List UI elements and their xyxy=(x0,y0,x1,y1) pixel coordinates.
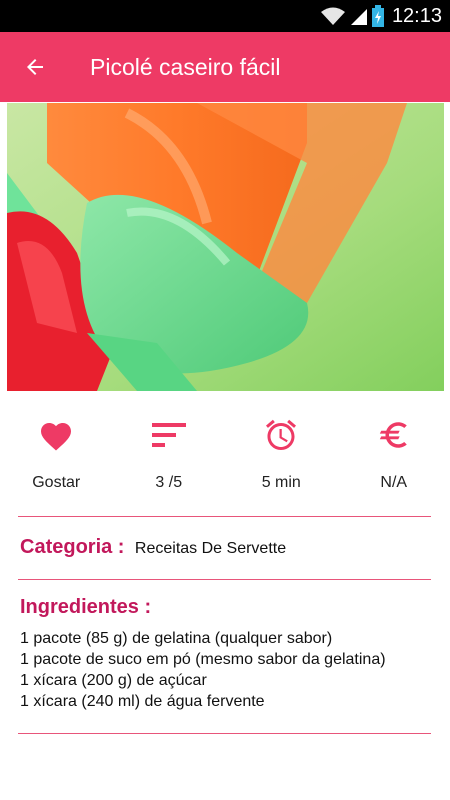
alarm-clock-icon xyxy=(266,419,297,450)
recipe-image xyxy=(7,103,444,391)
back-button[interactable] xyxy=(0,32,70,102)
like-label: Gostar xyxy=(32,474,81,491)
list-item: 1 xícara (200 g) de açúcar xyxy=(20,672,207,689)
arrow-back-icon xyxy=(27,59,43,75)
divider xyxy=(18,579,431,580)
heart-icon xyxy=(41,423,72,451)
list-item: 1 pacote (85 g) de gelatina (qualquer sa… xyxy=(20,630,333,647)
list-item: 1 pacote de suco em pó (mesmo sabor da g… xyxy=(20,651,386,668)
time-label: 5 min xyxy=(261,474,301,491)
time-stat: 5 min xyxy=(225,410,338,500)
page-title: Picolé caseiro fácil xyxy=(90,53,281,80)
like-button[interactable]: Gostar xyxy=(0,410,113,500)
wifi-icon xyxy=(320,7,345,25)
category-value: Receitas De Servette xyxy=(134,540,287,557)
status-time: 12:13 xyxy=(391,4,442,27)
divider xyxy=(18,733,431,734)
ingredients-heading: Ingredientes : xyxy=(20,596,152,618)
category-section: Categoria : Receitas De Servette xyxy=(20,536,435,559)
battery-icon xyxy=(371,5,384,27)
status-bar: 12:13 xyxy=(0,0,450,32)
difficulty-label: 3 /5 xyxy=(155,474,183,491)
divider xyxy=(18,516,431,517)
list-item: 1 xícara (240 ml) de água fervente xyxy=(20,693,265,710)
difficulty-icon xyxy=(151,423,186,447)
ingredients-section: Ingredientes : 1 pacote (85 g) de gelati… xyxy=(20,596,435,712)
price-label: N/A xyxy=(380,474,408,491)
price-stat: N/A xyxy=(338,410,450,500)
app-bar: Picolé caseiro fácil xyxy=(0,32,450,102)
difficulty-stat: 3 /5 xyxy=(113,410,226,500)
euro-icon xyxy=(379,422,407,448)
category-heading: Categoria : xyxy=(20,536,125,558)
recipe-stats: Gostar 3 /5 5 min N/A xyxy=(0,410,450,500)
status-icons xyxy=(320,5,384,27)
signal-icon xyxy=(350,9,367,25)
ingredients-list: 1 pacote (85 g) de gelatina (qualquer sa… xyxy=(20,628,435,712)
